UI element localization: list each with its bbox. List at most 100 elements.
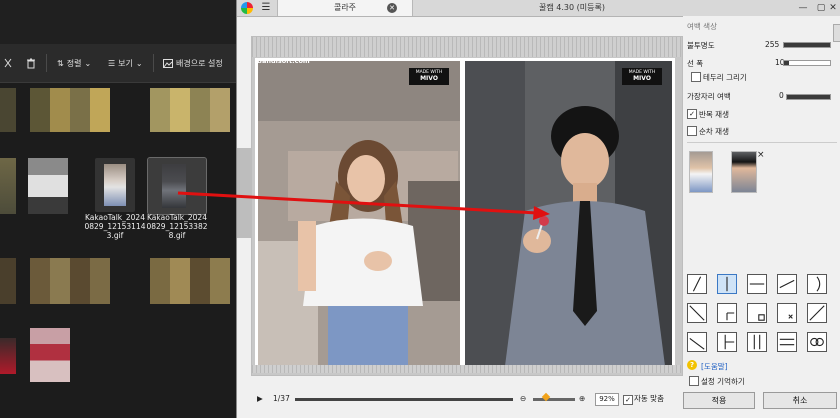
app-logo-icon — [241, 2, 253, 14]
title-bar: ☰ 콜라주 ✕ 꿀캠 4.30 (미등록) — ▢ ✕ — [237, 0, 840, 17]
sort-icon: ⇅ — [57, 59, 64, 68]
sort-button[interactable]: ⇅ 정렬 ⌄ — [57, 58, 91, 69]
layout-diagonal-up-icon[interactable] — [807, 303, 827, 323]
file-explorer-window: ⇅ 정렬 ⌄ ☰ 보기 ⌄ 배경으로 설정 KakaoTalk_2024 082… — [0, 0, 248, 418]
line-width-slider[interactable] — [783, 60, 831, 66]
menu-icon[interactable]: ☰ — [259, 1, 273, 15]
layout-diagonal-bottom-icon[interactable] — [687, 332, 707, 352]
collage-settings-panel: 여백 색상 불투명도 255 선 폭 10 테두리 그리기 가장자리 여백 0 … — [683, 16, 840, 418]
timeline-slider[interactable] — [295, 398, 513, 401]
file-name-2[interactable]: KakaoTalk_2024 0829_12153382 8.gif — [144, 213, 210, 240]
remove-thumbnail-icon[interactable]: × — [757, 150, 765, 160]
layout-slant-split-icon[interactable] — [777, 274, 797, 294]
zoom-in-icon[interactable]: ⊕ — [579, 393, 585, 405]
honeycam-window: ☰ 콜라주 ✕ 꿀캠 4.30 (미등록) — ▢ ✕ Bandisoft.co… — [236, 0, 840, 418]
canvas-bottom-strip — [252, 365, 681, 373]
zoom-slider[interactable] — [533, 398, 575, 401]
file-name-1-line2: 0829_12153114 — [84, 222, 146, 231]
panel-scrollbar[interactable] — [833, 24, 840, 42]
file-name-2-line1: KakaoTalk_2024 — [147, 213, 207, 222]
view-button[interactable]: ☰ 보기 ⌄ — [108, 58, 143, 69]
remember-settings-label: 설정 기억하기 — [701, 377, 745, 386]
help-link[interactable]: [도움말] — [701, 361, 728, 372]
zoom-out-icon[interactable]: ⊖ — [520, 393, 526, 405]
view-label: 보기 — [118, 59, 133, 68]
edge-margin-label: 가장자리 여백 — [687, 92, 731, 101]
chevron-down-icon: ⌄ — [135, 59, 143, 68]
file-name-2-line3: 8.gif — [168, 231, 186, 240]
chevron-down-icon: ⌄ — [84, 59, 92, 68]
layout-curve-split-icon[interactable] — [807, 274, 827, 294]
watermark-text: Bandisoft.com — [257, 57, 310, 65]
repeat-play-label: 반복 재생 — [699, 110, 729, 119]
toolbar-divider — [153, 54, 154, 72]
layout-corner-inset-icon[interactable] — [717, 303, 737, 323]
panel-splitter[interactable] — [237, 148, 251, 238]
layout-star-inset-icon[interactable] — [777, 303, 797, 323]
file-name-2-line2: 0829_12153382 — [146, 222, 208, 231]
layout-small-inset-icon[interactable] — [747, 303, 767, 323]
set-as-background-label: 배경으로 설정 — [176, 59, 223, 68]
layout-diagonal-split-icon[interactable] — [687, 274, 707, 294]
layout-two-columns-icon[interactable] — [717, 274, 737, 294]
source-thumbnail-2[interactable] — [731, 151, 757, 193]
line-width-label: 선 폭 — [687, 59, 704, 68]
help-icon: ? — [687, 360, 697, 370]
remember-settings-checkbox[interactable] — [689, 376, 699, 386]
auto-fit-checkbox[interactable]: ✓ — [623, 395, 633, 405]
file-thumbnail-1[interactable] — [95, 158, 135, 212]
maximize-icon[interactable]: ▢ — [815, 2, 827, 14]
collage-photo-1[interactable] — [258, 61, 460, 366]
repeat-play-checkbox[interactable]: ✓ — [687, 109, 697, 119]
line-width-slider-fill — [784, 61, 789, 65]
edge-margin-value: 0 — [779, 91, 784, 100]
source-thumbnail-1[interactable] — [689, 151, 713, 193]
made-with-badge-2: MADE WITH MIVO — [622, 68, 662, 85]
sequential-play-checkbox[interactable] — [687, 126, 697, 136]
cancel-button[interactable]: 취소 — [763, 392, 837, 409]
border-draw-checkbox[interactable] — [691, 72, 701, 82]
opacity-slider-fill — [784, 43, 830, 47]
made-with-line2: MIVO — [420, 75, 438, 82]
layout-two-rows-icon[interactable] — [747, 274, 767, 294]
toolbar-divider — [46, 54, 47, 72]
frame-counter: 1/37 — [273, 394, 290, 403]
margin-color-label: 여백 색상 — [687, 22, 717, 31]
opacity-label: 불투명도 — [687, 41, 715, 50]
opacity-slider[interactable] — [783, 42, 831, 48]
app-title: 꿀캠 4.30 (미등록) — [539, 3, 605, 12]
minimize-button[interactable]: — — [797, 2, 809, 14]
zoom-level-box[interactable]: 92% — [595, 393, 619, 406]
apply-button[interactable]: 적용 — [683, 392, 755, 409]
cut-icon[interactable] — [4, 58, 12, 68]
file-thumbnail-2-selected[interactable] — [147, 157, 207, 215]
made-with-line2: MIVO — [633, 75, 651, 82]
edge-margin-slider[interactable] — [786, 94, 831, 100]
collage-photo-2[interactable] — [465, 61, 672, 366]
close-tab-icon[interactable]: ✕ — [387, 3, 397, 13]
border-draw-label: 테두리 그리기 — [703, 73, 747, 82]
image-icon — [163, 59, 173, 68]
play-icon[interactable]: ▶ — [257, 393, 263, 405]
file-name-1[interactable]: KakaoTalk_2024 0829_12153114 3.gif — [82, 213, 148, 240]
sort-label: 정렬 — [66, 59, 82, 68]
canvas-top-strip — [252, 37, 681, 57]
layout-diagonal-down-icon[interactable] — [687, 303, 707, 323]
layout-three-columns-icon[interactable] — [747, 332, 767, 352]
file-name-1-line1: KakaoTalk_2024 — [85, 213, 145, 222]
set-as-background-button[interactable]: 배경으로 설정 — [163, 58, 223, 69]
delete-icon[interactable] — [26, 58, 36, 69]
layout-circles-icon[interactable] — [807, 332, 827, 352]
made-with-badge-1: MADE WITH MIVO — [409, 68, 449, 85]
explorer-top-area — [0, 0, 248, 44]
panel-divider — [687, 142, 837, 143]
explorer-toolbar: ⇅ 정렬 ⌄ ☰ 보기 ⌄ 배경으로 설정 — [0, 44, 248, 83]
opacity-value: 255 — [765, 40, 780, 49]
layout-three-rows-icon[interactable] — [777, 332, 797, 352]
view-icon: ☰ — [108, 59, 116, 68]
auto-fit-label: 자동 맞춤 — [634, 394, 664, 403]
sequential-play-label: 순차 재생 — [699, 127, 729, 136]
layout-left-stack-icon[interactable] — [717, 332, 737, 352]
close-button[interactable]: ✕ — [827, 2, 839, 14]
tab-collage-label: 콜라주 — [333, 3, 357, 12]
